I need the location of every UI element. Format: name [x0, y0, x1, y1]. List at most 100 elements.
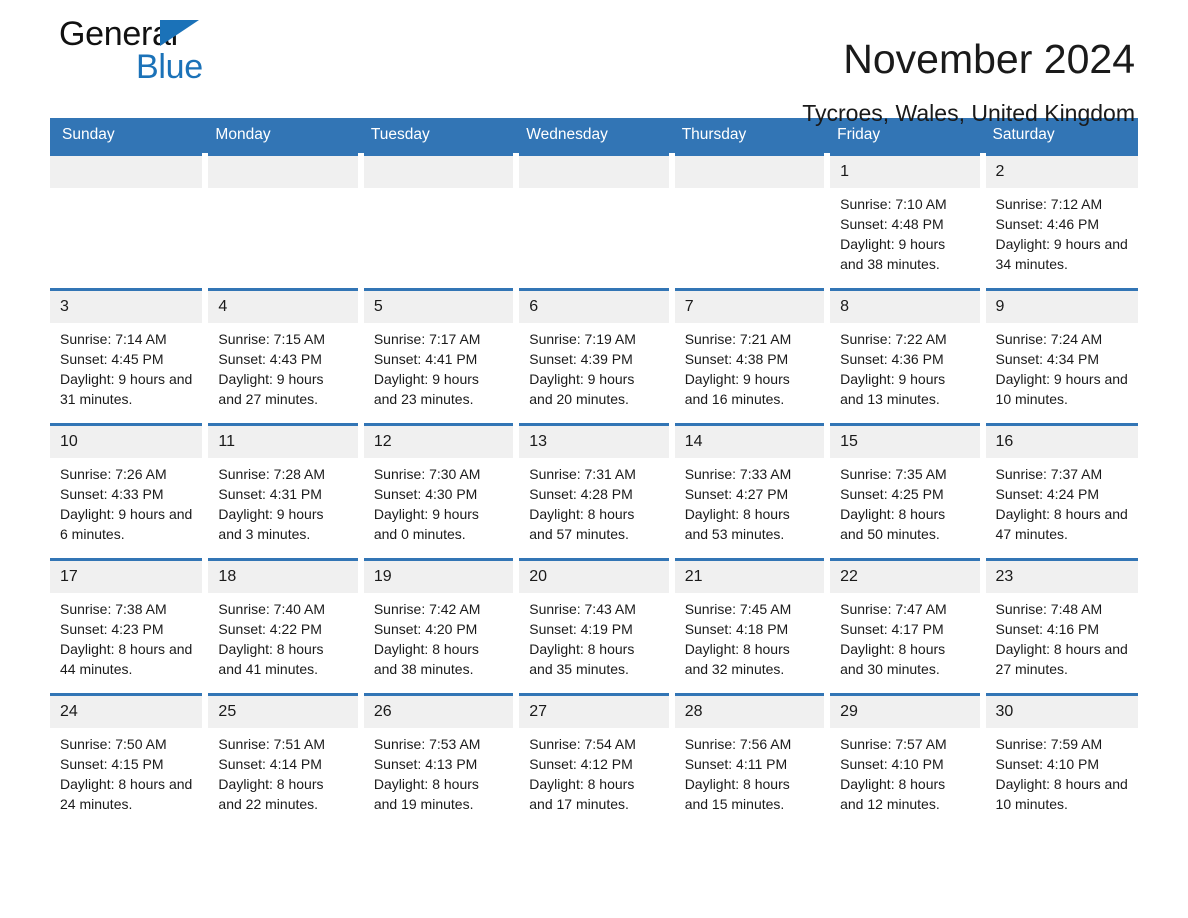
sunrise-text: Sunrise: 7:40 AM: [218, 601, 326, 617]
day-number: 17: [50, 561, 203, 593]
weekday-header-monday: Monday: [205, 118, 361, 155]
sunset-text: Sunset: 4:46 PM: [995, 216, 1100, 232]
day-details: Sunrise: 7:57 AM Sunset: 4:10 PM Daylight:…: [830, 728, 979, 814]
calendar-day-cell[interactable]: 29 Sunrise: 7:57 AM Sunset: 4:10 PM Dayligh…: [824, 693, 986, 828]
day-number: 4: [208, 291, 358, 323]
sunset-text: Sunset: 4:24 PM: [995, 486, 1100, 502]
title-block: November 2024 Tycroes, Wales, United Kin…: [802, 0, 1135, 128]
sunset-text: Sunset: 4:45 PM: [60, 351, 164, 367]
daylight-text: Daylight: 9 hours and 31 minutes.: [60, 371, 193, 407]
calendar-day-cell[interactable]: 13 Sunrise: 7:31 AM Sunset: 4:28 PM Dayligh…: [513, 423, 675, 560]
day-number: [208, 156, 358, 188]
day-details: Sunrise: 7:14 AM Sunset: 4:45 PM Daylight:…: [50, 323, 202, 409]
calendar-day-cell[interactable]: 22 Sunrise: 7:47 AM Sunset: 4:17 PM Dayligh…: [824, 558, 986, 695]
calendar-day-cell[interactable]: 14 Sunrise: 7:33 AM Sunset: 4:27 PM Dayligh…: [668, 423, 831, 560]
day-number: 9: [985, 291, 1138, 323]
sunrise-text: Sunrise: 7:24 AM: [995, 331, 1103, 347]
day-number: 7: [674, 291, 825, 323]
calendar-day-cell[interactable]: 11 Sunrise: 7:28 AM Sunset: 4:31 PM Dayligh…: [202, 423, 364, 560]
calendar-day-cell[interactable]: 21 Sunrise: 7:45 AM Sunset: 4:18 PM Dayligh…: [668, 558, 831, 695]
calendar-day-cell[interactable]: 28 Sunrise: 7:56 AM Sunset: 4:11 PM Dayligh…: [668, 693, 831, 828]
sunset-text: Sunset: 4:18 PM: [684, 621, 789, 637]
calendar-day-cell[interactable]: 30 Sunrise: 7:59 AM Sunset: 4:10 PM Dayligh…: [979, 693, 1138, 828]
calendar-page: General Blue November 2024 Tycroes, Wale…: [0, 0, 1188, 918]
sunrise-text: Sunrise: 7:59 AM: [995, 736, 1103, 752]
calendar-day-cell[interactable]: 8 Sunrise: 7:22 AM Sunset: 4:36 PM Daylight…: [824, 288, 986, 425]
calendar-day-cell-empty: [513, 153, 675, 290]
day-details: Sunrise: 7:35 AM Sunset: 4:25 PM Daylight:…: [830, 458, 979, 544]
sunset-text: Sunset: 4:28 PM: [529, 486, 633, 502]
sunrise-text: Sunrise: 7:22 AM: [840, 331, 947, 347]
calendar-day-cell[interactable]: 7 Sunrise: 7:21 AM Sunset: 4:38 PM Daylight…: [668, 288, 831, 425]
day-number: 30: [985, 696, 1138, 728]
calendar-day-cell[interactable]: 12 Sunrise: 7:30 AM Sunset: 4:30 PM Dayligh…: [357, 423, 520, 560]
day-number: 29: [830, 696, 980, 728]
sunset-text: Sunset: 4:39 PM: [529, 351, 633, 367]
day-number: 16: [985, 426, 1138, 458]
sunrise-text: Sunrise: 7:43 AM: [529, 601, 636, 617]
sunrise-text: Sunrise: 7:35 AM: [840, 466, 947, 482]
calendar-week-row: 17 Sunrise: 7:38 AM Sunset: 4:23 PM Dayligh…: [50, 558, 1138, 695]
calendar-day-cell[interactable]: 1 Sunrise: 7:10 AM Sunset: 4:48 PM Daylight…: [824, 153, 986, 290]
calendar-day-cell[interactable]: 16 Sunrise: 7:37 AM Sunset: 4:24 PM Dayligh…: [979, 423, 1138, 560]
sunset-text: Sunset: 4:30 PM: [373, 486, 478, 502]
daylight-text: Daylight: 8 hours and 41 minutes.: [218, 641, 324, 677]
day-number: [50, 156, 203, 188]
calendar-day-cell[interactable]: 2 Sunrise: 7:12 AM Sunset: 4:46 PM Daylight…: [979, 153, 1138, 290]
calendar-day-cell[interactable]: 17 Sunrise: 7:38 AM Sunset: 4:23 PM Dayligh…: [50, 558, 209, 695]
calendar-day-cell[interactable]: 6 Sunrise: 7:19 AM Sunset: 4:39 PM Daylight…: [513, 288, 675, 425]
calendar-day-cell[interactable]: 4 Sunrise: 7:15 AM Sunset: 4:43 PM Daylight…: [202, 288, 364, 425]
day-details: Sunrise: 7:28 AM Sunset: 4:31 PM Daylight:…: [208, 458, 357, 544]
day-details: Sunrise: 7:31 AM Sunset: 4:28 PM Daylight:…: [519, 458, 668, 544]
sunrise-text: Sunrise: 7:42 AM: [373, 601, 481, 617]
weekday-header-sunday: Sunday: [50, 118, 206, 155]
day-details: Sunrise: 7:22 AM Sunset: 4:36 PM Daylight:…: [830, 323, 979, 409]
calendar-day-cell[interactable]: 3 Sunrise: 7:14 AM Sunset: 4:45 PM Daylight…: [50, 288, 209, 425]
sunrise-text: Sunrise: 7:48 AM: [995, 601, 1103, 617]
sunrise-text: Sunrise: 7:21 AM: [684, 331, 792, 347]
daylight-text: Daylight: 8 hours and 44 minutes.: [60, 641, 193, 677]
calendar-day-cell-empty: [202, 153, 364, 290]
month-calendar: Sunday Monday Tuesday Wednesday Thursday…: [50, 118, 1138, 828]
day-number: 1: [830, 156, 980, 188]
calendar-day-cell[interactable]: 27 Sunrise: 7:54 AM Sunset: 4:12 PM Dayligh…: [513, 693, 675, 828]
triangle-icon: [160, 20, 199, 46]
day-details: Sunrise: 7:48 AM Sunset: 4:16 PM Daylight:…: [986, 593, 1138, 679]
calendar-day-cell[interactable]: 18 Sunrise: 7:40 AM Sunset: 4:22 PM Dayligh…: [202, 558, 364, 695]
day-details: Sunrise: 7:38 AM Sunset: 4:23 PM Daylight:…: [50, 593, 202, 679]
calendar-day-cell[interactable]: 20 Sunrise: 7:43 AM Sunset: 4:19 PM Dayligh…: [513, 558, 675, 695]
day-number: 28: [674, 696, 825, 728]
daylight-text: Daylight: 8 hours and 30 minutes.: [840, 641, 946, 677]
calendar-day-cell[interactable]: 25 Sunrise: 7:51 AM Sunset: 4:14 PM Dayligh…: [202, 693, 364, 828]
daylight-text: Daylight: 8 hours and 32 minutes.: [684, 641, 790, 677]
calendar-day-cell[interactable]: 10 Sunrise: 7:26 AM Sunset: 4:33 PM Dayligh…: [50, 423, 209, 560]
sunrise-text: Sunrise: 7:53 AM: [373, 736, 481, 752]
daylight-text: Daylight: 8 hours and 19 minutes.: [373, 776, 479, 812]
sunrise-text: Sunrise: 7:30 AM: [373, 466, 481, 482]
calendar-day-cell[interactable]: 5 Sunrise: 7:17 AM Sunset: 4:41 PM Daylight…: [357, 288, 520, 425]
calendar-day-cell[interactable]: 9 Sunrise: 7:24 AM Sunset: 4:34 PM Daylight…: [979, 288, 1138, 425]
sunset-text: Sunset: 4:10 PM: [840, 756, 944, 772]
sunset-text: Sunset: 4:12 PM: [529, 756, 633, 772]
day-details: Sunrise: 7:47 AM Sunset: 4:17 PM Daylight:…: [830, 593, 979, 679]
calendar-day-cell[interactable]: 24 Sunrise: 7:50 AM Sunset: 4:15 PM Dayligh…: [50, 693, 209, 828]
sunset-text: Sunset: 4:10 PM: [995, 756, 1100, 772]
day-number: 13: [519, 426, 669, 458]
day-details: Sunrise: 7:12 AM Sunset: 4:46 PM Daylight:…: [986, 188, 1138, 274]
day-number: 23: [985, 561, 1138, 593]
sunset-text: Sunset: 4:22 PM: [218, 621, 322, 637]
calendar-day-cell[interactable]: 19 Sunrise: 7:42 AM Sunset: 4:20 PM Dayligh…: [357, 558, 520, 695]
day-details: Sunrise: 7:54 AM Sunset: 4:12 PM Daylight:…: [519, 728, 668, 814]
calendar-day-cell[interactable]: 26 Sunrise: 7:53 AM Sunset: 4:13 PM Dayligh…: [357, 693, 520, 828]
sunset-text: Sunset: 4:13 PM: [373, 756, 478, 772]
daylight-text: Daylight: 9 hours and 23 minutes.: [373, 371, 479, 407]
calendar-day-cell[interactable]: 23 Sunrise: 7:48 AM Sunset: 4:16 PM Dayligh…: [979, 558, 1138, 695]
sunrise-text: Sunrise: 7:50 AM: [60, 736, 167, 752]
weekday-header-wednesday: Wednesday: [516, 118, 672, 155]
day-number: 14: [674, 426, 825, 458]
day-number: 11: [208, 426, 358, 458]
calendar-day-cell[interactable]: 15 Sunrise: 7:35 AM Sunset: 4:25 PM Dayligh…: [824, 423, 986, 560]
sunrise-text: Sunrise: 7:17 AM: [373, 331, 481, 347]
sunrise-text: Sunrise: 7:56 AM: [684, 736, 792, 752]
sunrise-text: Sunrise: 7:26 AM: [60, 466, 167, 482]
